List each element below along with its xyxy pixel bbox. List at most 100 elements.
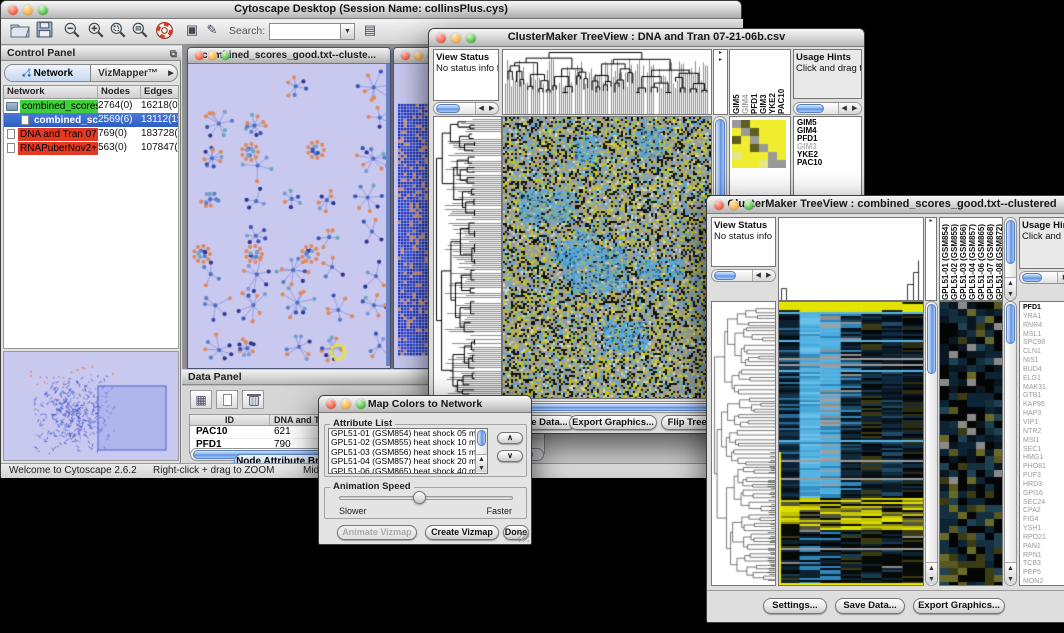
- column-label[interactable]: PFD1: [750, 50, 759, 114]
- data-col-id[interactable]: ID: [190, 415, 270, 425]
- zoom-window-icon[interactable]: [744, 200, 754, 210]
- save-data-button[interactable]: Save Data...: [835, 598, 905, 614]
- network-canvas[interactable]: [188, 64, 390, 366]
- animation-speed-slider-thumb[interactable]: [413, 491, 426, 504]
- zoom-out-icon[interactable]: [59, 21, 85, 43]
- heatmap-global-panel[interactable]: [778, 301, 924, 586]
- gene-label[interactable]: NIS1: [1023, 357, 1064, 366]
- scroll-thumb[interactable]: [505, 403, 709, 411]
- treeview-dna-titlebar[interactable]: ClusterMaker TreeView : DNA and Tran 07-…: [429, 29, 864, 47]
- gene-label[interactable]: CPA2: [1023, 507, 1064, 516]
- col-edges[interactable]: Edges: [141, 86, 178, 98]
- scroll-thumb[interactable]: [436, 104, 460, 113]
- column-label[interactable]: GPL51-03 (GSM856): [959, 218, 968, 300]
- scroll-up-icon[interactable]: ▲: [926, 563, 937, 574]
- column-label[interactable]: GPL51-01 (GSM854): [941, 218, 950, 300]
- gene-label[interactable]: RNR4: [1023, 322, 1064, 331]
- column-label[interactable]: GIM4: [741, 50, 750, 114]
- gene-label[interactable]: CLN1: [1023, 348, 1064, 357]
- scroll-thumb[interactable]: [796, 104, 824, 113]
- column-label[interactable]: GIM5: [732, 50, 741, 114]
- heatmap-zoom-canvas[interactable]: [940, 302, 1002, 585]
- gene-label[interactable]: KAP95: [1023, 401, 1064, 410]
- gene-label[interactable]: PFD1: [1023, 304, 1064, 313]
- export-graphics-button[interactable]: Export Graphics...: [913, 598, 1005, 614]
- gene-label[interactable]: NTR2: [1023, 428, 1064, 437]
- settings-button[interactable]: Settings...: [763, 598, 827, 614]
- scroll-right-icon[interactable]: ▶: [764, 270, 775, 281]
- gene-label[interactable]: MSI1: [1023, 437, 1064, 446]
- labels-vscrollbar[interactable]: ▲▼: [1004, 217, 1017, 301]
- scroll-thumb[interactable]: [1022, 273, 1042, 282]
- annotation-icon[interactable]: ✎: [203, 22, 221, 44]
- delete-attribute-trash-icon[interactable]: [242, 390, 264, 409]
- zoom-window-icon[interactable]: [466, 33, 476, 43]
- network-table-row[interactable]: combined_sco2569(6)13112(15): [4, 113, 178, 127]
- gene-label[interactable]: SEC24: [1023, 499, 1064, 508]
- gene-label[interactable]: YSH1: [1023, 525, 1064, 534]
- help-lifering-icon[interactable]: [151, 21, 177, 43]
- column-label[interactable]: GIM3: [759, 50, 768, 114]
- gene-label[interactable]: SEC1: [1023, 446, 1064, 455]
- animation-speed-slider-track[interactable]: [339, 496, 513, 500]
- open-folder-icon[interactable]: [7, 21, 33, 43]
- close-icon[interactable]: [401, 51, 410, 60]
- scroll-right-icon[interactable]: ▶: [487, 103, 498, 114]
- main-titlebar[interactable]: Cytoscape Desktop (Session Name: collins…: [1, 1, 741, 19]
- scroll-thumb[interactable]: [477, 430, 486, 446]
- gene-label[interactable]: RPO21: [1023, 534, 1064, 543]
- gene-label[interactable]: MSL1: [1023, 331, 1064, 340]
- gene-label[interactable]: GTB1: [1023, 392, 1064, 401]
- attribute-search-icon[interactable]: ▤: [361, 22, 379, 44]
- scroll-down-icon[interactable]: ▼: [1005, 289, 1016, 300]
- usage-hints-hscrollbar[interactable]: ◀▶: [793, 102, 862, 115]
- zoom-vscrollbar[interactable]: ▲▼: [1004, 301, 1017, 586]
- column-dendrogram-canvas[interactable]: [503, 50, 711, 114]
- animate-vizmap-button[interactable]: Animate Vizmap: [337, 525, 417, 540]
- scroll-up-icon[interactable]: ▲: [476, 455, 487, 464]
- scroll-left-icon[interactable]: ◀: [476, 103, 487, 114]
- birdseye-canvas[interactable]: [4, 352, 178, 460]
- tab-vizmapper[interactable]: VizMapper™: [91, 65, 165, 81]
- column-label[interactable]: YKE2: [768, 50, 777, 114]
- column-label[interactable]: GPL51-02 (GSM855): [950, 218, 959, 300]
- gene-label[interactable]: PAN1: [1023, 543, 1064, 552]
- scroll-thumb[interactable]: [714, 271, 736, 280]
- create-vizmap-button[interactable]: Create Vizmap: [425, 525, 499, 540]
- zoom-window-icon[interactable]: [221, 51, 230, 60]
- view-settings-icon[interactable]: ▣: [183, 22, 201, 44]
- treeview-combined-titlebar[interactable]: ClusterMaker TreeView : combined_scores_…: [707, 196, 1064, 214]
- float-panel-icon[interactable]: ⧉: [170, 47, 177, 62]
- resize-grip[interactable]: [518, 531, 529, 542]
- gene-label[interactable]: VIP1: [1023, 419, 1064, 428]
- scroll-thumb[interactable]: [927, 304, 936, 374]
- search-dropdown-icon[interactable]: ▼: [341, 23, 355, 40]
- scroll-up-icon[interactable]: ▲: [1005, 278, 1016, 289]
- birdseye-view[interactable]: [3, 351, 179, 461]
- gene-label[interactable]: MON2: [1023, 578, 1064, 586]
- close-icon[interactable]: [8, 5, 18, 15]
- minimize-icon[interactable]: [208, 51, 217, 60]
- column-dendrogram-panel[interactable]: [778, 217, 924, 301]
- scroll-up-icon[interactable]: ▲: [1005, 563, 1016, 574]
- column-label[interactable]: GPL51-08 (GSM872): [995, 218, 1003, 300]
- row-dendrogram-panel[interactable]: [711, 301, 776, 586]
- zoom-window-icon[interactable]: [356, 399, 366, 409]
- gene-label[interactable]: HMG1: [1023, 454, 1064, 463]
- attribute-list-item[interactable]: GPL51-06 (GSM865) heat shock 40 min: [329, 467, 487, 474]
- network-view-titlebar[interactable]: combined_scores_good.txt--cluste...: [188, 48, 390, 64]
- attribute-select-icon[interactable]: ▦: [190, 390, 212, 409]
- usage-hints-hscrollbar[interactable]: ▶: [1019, 271, 1064, 284]
- gene-label[interactable]: PEP5: [1023, 569, 1064, 578]
- scroll-down-icon[interactable]: ▼: [1005, 574, 1016, 585]
- gene-label[interactable]: PHO81: [1023, 463, 1064, 472]
- scroll-down-icon[interactable]: ▼: [476, 464, 487, 473]
- scroll-left-icon[interactable]: ◀: [839, 103, 850, 114]
- scroll-down-icon[interactable]: ▼: [926, 574, 937, 585]
- close-icon[interactable]: [436, 33, 446, 43]
- scroll-right-icon[interactable]: ▶: [850, 103, 861, 114]
- gene-label[interactable]: RPN1: [1023, 552, 1064, 561]
- column-dendrogram-panel[interactable]: [502, 49, 712, 115]
- search-input[interactable]: [269, 23, 341, 40]
- gene-label[interactable]: SPC98: [1023, 339, 1064, 348]
